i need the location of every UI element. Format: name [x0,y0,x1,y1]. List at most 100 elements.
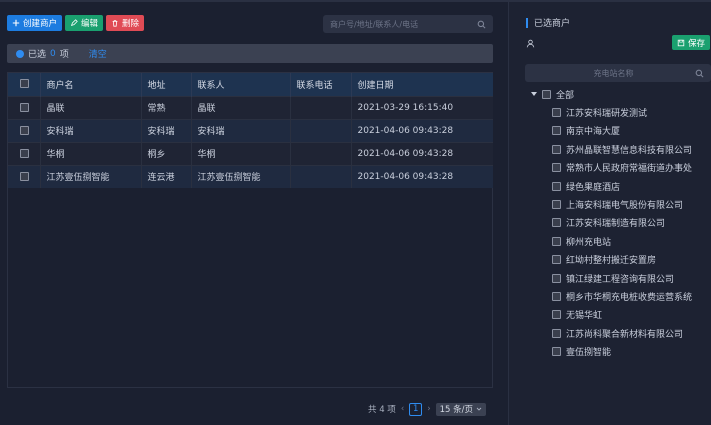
plus-icon [12,19,20,27]
create-merchant-button[interactable]: 创建商户 [7,15,63,31]
station-checkbox[interactable] [552,328,561,338]
station-checkbox[interactable] [552,218,561,228]
station-label: 常熟市人民政府常福街道办事处 [566,164,693,175]
delete-label: 删除 [122,19,140,29]
station-label: 苏州晶联智慧信息科技有限公司 [566,145,693,156]
create-merchant-label: 创建商户 [23,19,58,29]
table-header-row: 商户名 地址 联系人 联系电话 创建日期 [8,73,493,96]
station-search [525,64,711,82]
station-label: 江苏安科瑞制造有限公司 [566,219,666,230]
row-checkbox-cell [8,96,41,119]
caret-down-icon[interactable] [531,92,537,97]
cell-name: 华桐 [40,142,142,165]
table-row[interactable]: 晶联 常熟 晶联 2021-03-29 16:15:40 [8,96,493,119]
station-checkbox[interactable] [552,181,561,191]
tree-root-checkbox[interactable] [542,89,551,99]
tree-node-station[interactable]: 苏州晶联智慧信息科技有限公司 [531,140,711,158]
cell-address: 连云港 [141,165,192,188]
station-checkbox[interactable] [552,144,561,154]
station-label: 镇江绿建工程咨询有限公司 [566,274,675,285]
tree-node-root[interactable]: 全部 [531,85,711,103]
tree-node-station[interactable]: 绿色果庭酒店 [531,177,711,195]
tree-node-station[interactable]: 镇江绿建工程咨询有限公司 [531,269,711,287]
column-header-address[interactable]: 地址 [141,73,192,96]
table-row[interactable]: 安科瑞 安科瑞 安科瑞 2021-04-06 09:43:28 [8,119,493,142]
selection-bar: 已选 0 项 清空 [7,44,493,63]
cell-created: 2021-04-06 09:43:28 [357,148,454,159]
select-all-cell [8,73,41,96]
merchant-panel: 创建商户 编辑 删除 已选 0 项 清空 商户名 [0,2,507,425]
delete-button[interactable]: 删除 [106,15,145,31]
page-size-select[interactable]: 15 条/页 [435,402,487,416]
row-checkbox[interactable] [20,148,29,158]
tree-node-station[interactable]: 常熟市人民政府常福街道办事处 [531,159,711,177]
cell-address: 安科瑞 [141,119,192,142]
cell-phone [290,96,352,119]
column-header-created[interactable]: 创建日期 [351,73,493,96]
column-header-contact[interactable]: 联系人 [191,73,291,96]
page-number-current[interactable]: 1 [409,402,423,416]
station-checkbox[interactable] [552,108,561,118]
station-checkbox[interactable] [552,236,561,246]
station-checkbox[interactable] [552,255,561,265]
station-search-input[interactable] [532,68,695,78]
station-checkbox[interactable] [552,310,561,320]
pencil-icon [70,19,78,27]
station-checkbox[interactable] [552,126,561,136]
cell-created: 2021-04-06 09:43:28 [357,171,454,182]
station-checkbox[interactable] [552,347,561,357]
tree-node-station[interactable]: 无锡华虹 [531,306,711,324]
next-page-icon[interactable]: › [427,404,430,414]
station-checkbox[interactable] [552,163,561,173]
station-label: 江苏尚科聚合新材料有限公司 [566,329,684,340]
station-label: 江苏安科瑞研发测试 [566,109,648,120]
cell-address: 桐乡 [141,142,192,165]
save-label: 保存 [687,38,705,49]
tree-node-station[interactable]: 江苏安科瑞研发测试 [531,103,711,121]
column-header-phone[interactable]: 联系电话 [290,73,352,96]
cell-contact: 华桐 [191,142,291,165]
tree-node-station[interactable]: 南京中海大厦 [531,122,711,140]
prev-page-icon[interactable]: ‹ [401,404,404,414]
tree-root-label: 全部 [556,90,575,101]
edit-button[interactable]: 编辑 [65,15,104,31]
save-button[interactable]: 保存 [672,35,710,50]
station-label: 绿色果庭酒店 [566,182,621,193]
row-checkbox[interactable] [20,171,29,181]
selection-count: 0 [50,48,56,59]
select-all-checkbox[interactable] [20,79,29,89]
row-checkbox-cell [8,165,41,188]
row-checkbox[interactable] [20,102,29,112]
merchant-search [323,15,493,33]
tree-node-station[interactable]: 上海安科瑞电气股份有限公司 [531,195,711,213]
tree-node-station[interactable]: 红坳村整村搬迁安置房 [531,251,711,269]
merchant-table: 商户名 地址 联系人 联系电话 创建日期 晶联 常熟 晶联 2021-03-29… [8,73,493,188]
station-list: 江苏安科瑞研发测试南京中海大厦苏州晶联智慧信息科技有限公司 常熟市人民政府常福街道… [531,103,711,360]
cell-contact: 晶联 [191,96,291,119]
tree-node-station[interactable]: 江苏安科瑞制造有限公司 [531,214,711,232]
trash-icon [112,20,118,27]
selection-prefix: 已选 [28,50,47,60]
station-label: 红坳村整村搬迁安置房 [566,256,657,267]
station-checkbox[interactable] [552,273,561,283]
tree-node-station[interactable]: 桐乡市华桐充电桩收费运营系统 [531,287,711,305]
table-row[interactable]: 江苏壹伍捌智能 连云港 江苏壹伍捌智能 2021-04-06 09:43:28 [8,165,493,188]
cell-contact: 安科瑞 [191,119,291,142]
column-header-name[interactable]: 商户名 [40,73,142,96]
merchant-search-input[interactable] [330,19,477,29]
tree-node-station[interactable]: 壹伍捌智能 [531,342,711,360]
table-row[interactable]: 华桐 桐乡 华桐 2021-04-06 09:43:28 [8,142,493,165]
cell-phone [290,165,352,188]
cell-created: 2021-03-29 16:15:40 [357,102,454,113]
clear-selection-link[interactable]: 清空 [89,47,107,60]
search-icon[interactable] [695,69,704,78]
station-checkbox[interactable] [552,291,561,301]
tree-node-station[interactable]: 江苏尚科聚合新材料有限公司 [531,324,711,342]
row-checkbox[interactable] [20,125,29,135]
search-icon[interactable] [477,20,486,29]
tree-node-station[interactable]: 柳州充电站 [531,232,711,250]
cell-name: 江苏壹伍捌智能 [40,165,142,188]
station-panel: 已选商户 保存 全部 江苏安科瑞研发测试南京中海大厦苏州晶联智慧信息科技有限公司… [508,2,711,425]
save-icon [677,39,685,46]
station-checkbox[interactable] [552,200,561,210]
